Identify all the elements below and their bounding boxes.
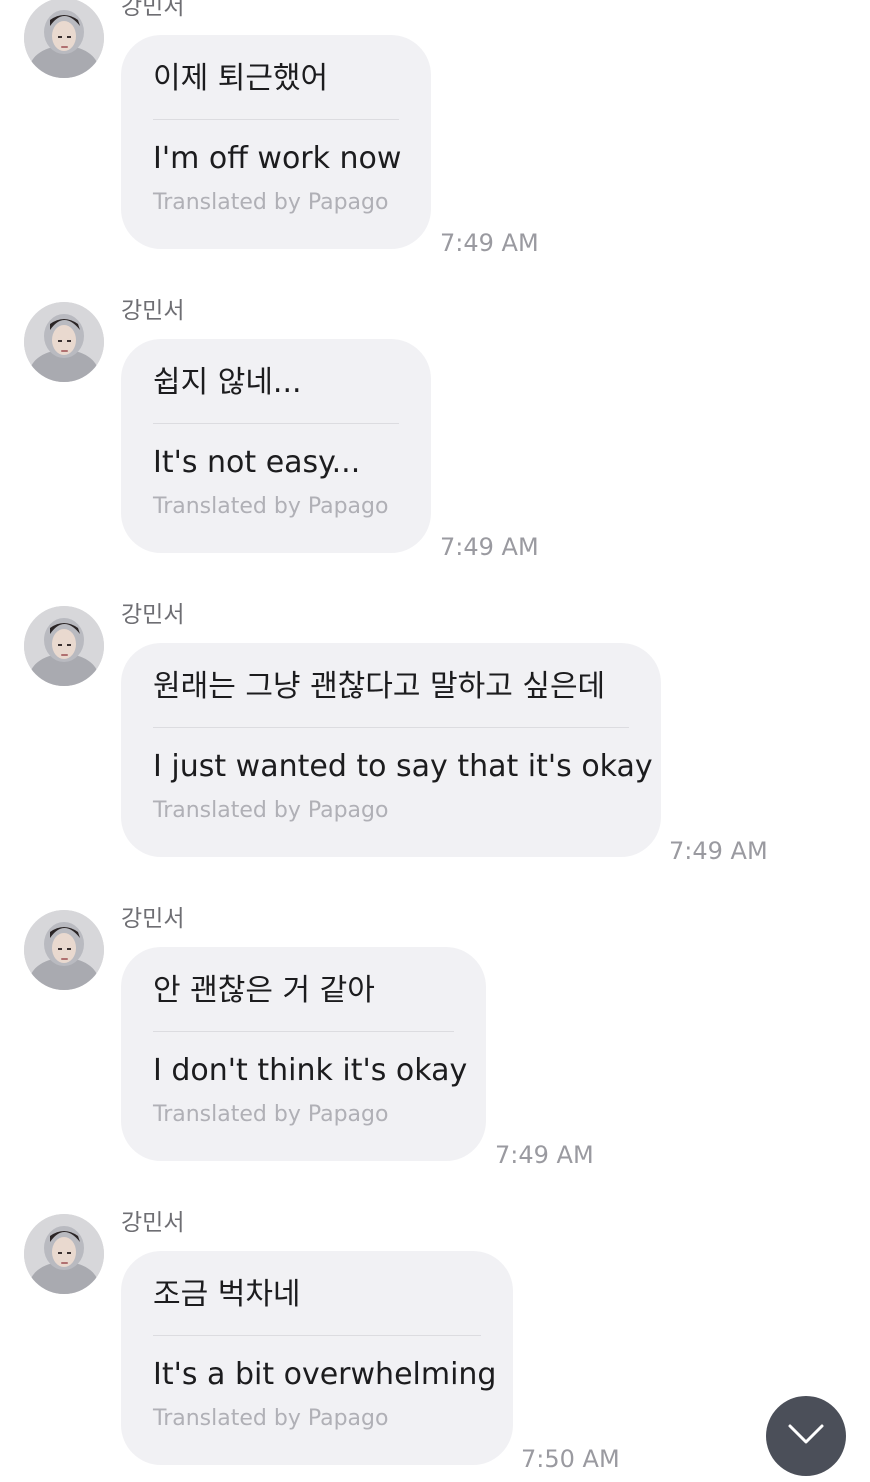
divider: [153, 1031, 454, 1032]
translated-text: I'm off work now: [153, 141, 402, 176]
sender-name: 강민서: [121, 298, 185, 324]
divider: [153, 119, 399, 120]
timestamp: 7:49 AM: [440, 229, 539, 257]
original-text: 조금 벅차네: [153, 1277, 301, 1312]
chat-thread[interactable]: 강민서 이제 퇴근했어 I'm off work now Translated …: [0, 0, 870, 1482]
translated-text: It's not easy...: [153, 445, 361, 480]
timestamp: 7:49 AM: [669, 837, 768, 865]
avatar[interactable]: [24, 302, 104, 382]
scroll-to-bottom-button[interactable]: [766, 1396, 846, 1476]
message-bubble[interactable]: 조금 벅차네 It's a bit overwhelming Translate…: [121, 1251, 513, 1465]
message-bubble[interactable]: 이제 퇴근했어 I'm off work now Translated by P…: [121, 35, 431, 249]
sender-name: 강민서: [121, 1210, 185, 1236]
sender-name: 강민서: [121, 602, 185, 628]
original-text: 안 괜찮은 거 같아: [153, 973, 375, 1008]
original-text: 이제 퇴근했어: [153, 61, 329, 96]
message-bubble[interactable]: 안 괜찮은 거 같아 I don't think it's okay Trans…: [121, 947, 486, 1161]
translated-text: I just wanted to say that it's okay: [153, 749, 653, 784]
sender-name: 강민서: [121, 906, 185, 932]
translated-text: It's a bit overwhelming: [153, 1357, 497, 1392]
message-bubble[interactable]: 쉽지 않네... It's not easy... Translated by …: [121, 339, 431, 553]
avatar[interactable]: [24, 1214, 104, 1294]
translation-credit: Translated by Papago: [153, 190, 389, 215]
translation-credit: Translated by Papago: [153, 1102, 389, 1127]
translation-credit: Translated by Papago: [153, 1406, 389, 1431]
divider: [153, 727, 629, 728]
message-bubble[interactable]: 원래는 그냥 괜찮다고 말하고 싶은데 I just wanted to say…: [121, 643, 661, 857]
translation-credit: Translated by Papago: [153, 798, 389, 823]
avatar[interactable]: [24, 910, 104, 990]
avatar[interactable]: [24, 606, 104, 686]
avatar[interactable]: [24, 0, 104, 78]
chevron-down-icon: [786, 1422, 826, 1450]
translated-text: I don't think it's okay: [153, 1053, 468, 1088]
timestamp: 7:50 AM: [521, 1445, 620, 1473]
timestamp: 7:49 AM: [495, 1141, 594, 1169]
sender-name: 강민서: [121, 0, 185, 20]
translation-credit: Translated by Papago: [153, 494, 389, 519]
divider: [153, 1335, 481, 1336]
original-text: 쉽지 않네...: [153, 365, 302, 400]
timestamp: 7:49 AM: [440, 533, 539, 561]
original-text: 원래는 그냥 괜찮다고 말하고 싶은데: [153, 669, 606, 704]
divider: [153, 423, 399, 424]
